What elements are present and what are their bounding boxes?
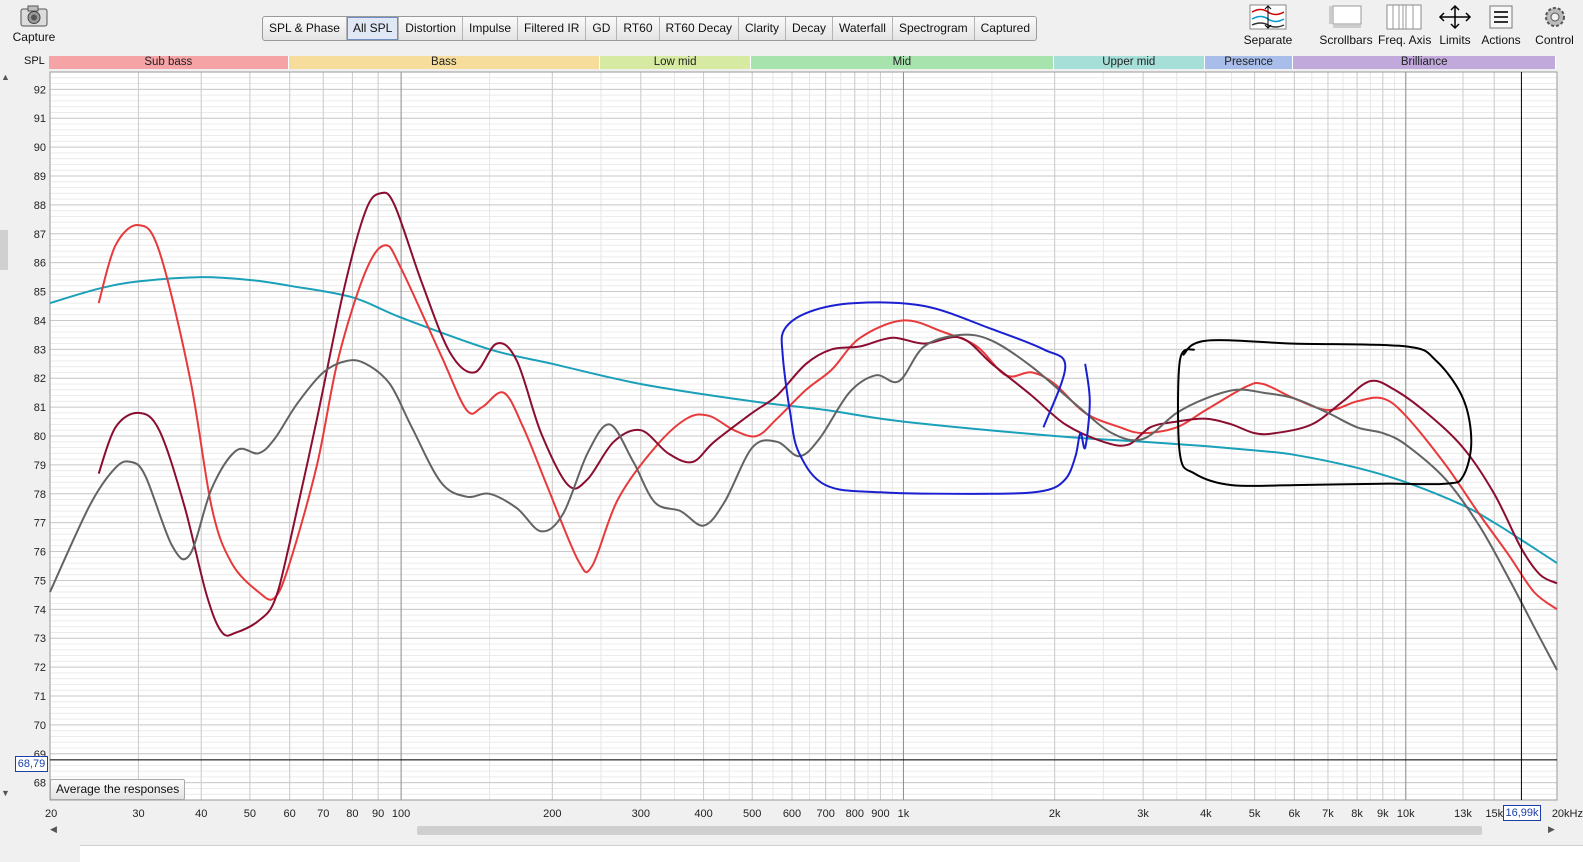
y-tick-label: 84 [34,315,46,327]
y-tick-label: 75 [34,575,46,587]
y-tick-label: 86 [34,258,46,270]
x-tick-label: 20 [45,808,57,820]
x-tick-label: 15k [1485,808,1503,820]
y-tick-label: 90 [34,142,46,154]
y-tick-label: 78 [34,489,46,501]
x-tick-label: 600 [783,808,801,820]
x-tick-label: 300 [632,808,650,820]
y-tick-label: 79 [34,460,46,472]
x-tick-label: 13k [1454,808,1472,820]
y-tick-label: 85 [34,287,46,299]
y-tick-label: 77 [34,518,46,530]
spl-graph[interactable]: 6869707172737475767778798081828384858687… [0,0,1583,861]
y-tick-label: 70 [34,720,46,732]
y-tick-label: 81 [34,402,46,414]
horizontal-scroll-thumb[interactable] [417,826,1482,835]
y-tick-label: 89 [34,171,46,183]
x-tick-label: 50 [244,808,256,820]
x-tick-label: 7k [1322,808,1334,820]
scroll-right-arrow[interactable]: ▶ [1548,824,1555,835]
x-tick-label: 30 [132,808,144,820]
scroll-down-arrow[interactable]: ▼ [1,788,10,798]
x-tick-label: 60 [284,808,296,820]
y-tick-label: 71 [34,691,46,703]
cursor-frequency-readout: 16,99k [1503,805,1541,821]
y-tick-label: 73 [34,633,46,645]
x-tick-label: 1k [898,808,910,820]
x-tick-label: 10k [1397,808,1415,820]
y-tick-label: 72 [34,662,46,674]
y-tick-label: 68 [34,778,46,790]
average-responses-button[interactable]: Average the responses [50,779,186,800]
y-tick-label: 92 [34,84,46,96]
x-tick-label: 2k [1049,808,1061,820]
x-tick-label: 40 [195,808,207,820]
x-tick-label: 6k [1289,808,1301,820]
y-tick-label: 83 [34,344,46,356]
x-tick-label: 90 [372,808,384,820]
measurement-legend-strip [80,845,1583,862]
x-tick-label: 3k [1137,808,1149,820]
scroll-up-arrow[interactable]: ▲ [1,72,10,82]
x-tick-label: 800 [846,808,864,820]
x-tick-label: 9k [1377,808,1389,820]
x-tick-label: 700 [816,808,834,820]
x-tick-label: 20kHz [1552,808,1583,820]
cursor-spl-readout: 68,79 [15,756,48,772]
x-tick-label: 8k [1351,808,1363,820]
y-tick-label: 82 [34,373,46,385]
y-tick-label: 80 [34,431,46,443]
x-tick-label: 80 [346,808,358,820]
x-tick-label: 500 [743,808,761,820]
x-tick-label: 100 [392,808,410,820]
y-tick-label: 74 [34,604,46,616]
x-tick-label: 900 [871,808,889,820]
y-tick-label: 76 [34,547,46,559]
y-tick-label: 91 [34,113,46,125]
x-tick-label: 4k [1200,808,1212,820]
scroll-left-arrow[interactable]: ◀ [50,824,57,835]
horizontal-scrollbar[interactable] [50,824,1558,835]
x-tick-label: 400 [694,808,712,820]
x-tick-label: 5k [1249,808,1261,820]
y-tick-label: 87 [34,229,46,241]
y-tick-label: 88 [34,200,46,212]
x-tick-label: 70 [317,808,329,820]
vertical-scroll-thumb[interactable] [0,230,8,270]
x-tick-label: 200 [543,808,561,820]
